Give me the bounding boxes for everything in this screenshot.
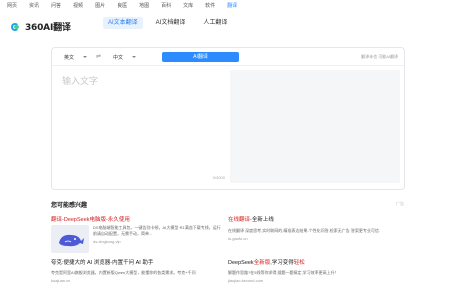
ad-item[interactable]: DeepSeek全新版,学习变得轻松 解题作思路?在5线等你求得,搜题一题搞定,…	[228, 258, 408, 283]
ad-domain: kuajuan.cn	[51, 278, 71, 283]
source-text-input[interactable]: 输入文字 0/3000	[59, 69, 229, 184]
translate-button[interactable]: AI翻译	[162, 52, 239, 62]
logo-text: 360AI翻译	[25, 23, 71, 33]
nav-item-software[interactable]: 软件	[205, 0, 215, 12]
translator-hint: 翻译未也 可能AI翻译	[361, 54, 398, 59]
nav-item-images[interactable]: 图片	[95, 0, 105, 12]
source-language-label: 英文	[64, 54, 75, 61]
target-language-select[interactable]: 中文	[113, 52, 137, 62]
header: 360AI翻译 AI文本翻译 AI文档翻译 人工翻译	[0, 12, 456, 34]
nav-item-map[interactable]: 地图	[139, 0, 149, 12]
ad-domain: jiaojiao.kecond.com	[228, 278, 264, 283]
ad-thumbnail-whale-icon[interactable]	[51, 225, 89, 253]
mode-tabs: AI文本翻译 AI文档翻译 人工翻译	[103, 17, 240, 29]
chevron-down-icon	[132, 56, 137, 58]
top-nav: 网页 资讯 问答 视频 图片 良医 地图 百科 文库 软件 翻译	[0, 0, 456, 12]
char-counter: 0/3000	[212, 175, 225, 180]
logo-icon	[11, 22, 22, 31]
nav-item-translate[interactable]: 翻译	[227, 0, 237, 12]
translation-output	[230, 70, 400, 183]
ad-title-link[interactable]: 翻译-DeepSeek电脑版-永久使用	[51, 215, 226, 223]
nav-item-wenku[interactable]: 文库	[183, 0, 193, 12]
ad-item[interactable]: 翻译-DeepSeek电脑版-永久使用 DS电脑端智能工具包，一键告别卡顿，AI…	[51, 215, 226, 253]
nav-item-news[interactable]: 资讯	[29, 0, 39, 12]
ad-domain: lu.gaofu.cn	[228, 236, 248, 241]
tab-ai-text-translate[interactable]: AI文本翻译	[103, 17, 143, 29]
ad-domain: ds.xingkong.vip	[93, 239, 121, 244]
ad-description: DS电脑端智能工具包，一键告别卡顿，AI大模型·R1满血下载专线，运行前请自动配…	[93, 225, 221, 236]
tab-human-translate[interactable]: 人工翻译	[198, 17, 232, 29]
nav-item-health[interactable]: 良医	[117, 0, 127, 12]
ad-title-link[interactable]: 在线翻译-全新上线	[228, 215, 408, 223]
ad-description: 解题作思路?在5线等你求得,搜题一题搞定,学习效率更高上升！	[228, 270, 339, 275]
nav-item-video[interactable]: 视频	[73, 0, 83, 12]
recommend-title: 您可能感兴趣	[51, 203, 88, 209]
logo[interactable]: 360AI翻译	[11, 20, 71, 33]
nav-item-web[interactable]: 网页	[7, 0, 17, 12]
ad-item[interactable]: 在线翻译-全新上线 在线翻译 深度思考,实时联网的,精准表达结果-个性化问答,检…	[228, 215, 408, 241]
ad-title-link[interactable]: DeepSeek全新版,学习变得轻松	[228, 258, 408, 266]
ad-title-link[interactable]: 夸克:便捷大的 AI 浏览器-内置千问 AI 助手	[51, 258, 226, 266]
source-language-select[interactable]: 英文	[64, 52, 88, 62]
input-placeholder: 输入文字	[62, 76, 99, 86]
tab-ai-document-translate[interactable]: AI文档翻译	[151, 17, 191, 29]
target-language-label: 中文	[113, 54, 124, 61]
ad-label: 广告	[396, 201, 404, 206]
nav-item-baike[interactable]: 百科	[161, 0, 171, 12]
swap-languages-icon[interactable]: ⇌	[96, 53, 101, 60]
ad-description: 在线翻译 深度思考,实时联网的,精准表达结果-个性化问答,检索无广告 答案更专业…	[228, 228, 380, 233]
translator-panel: 英文 ⇌ 中文 AI翻译 翻译未也 可能AI翻译 输入文字 0/3000	[51, 47, 405, 190]
translator-toolbar: 英文 ⇌ 中文 AI翻译 翻译未也 可能AI翻译	[52, 48, 404, 66]
ad-item[interactable]: 夸克:便捷大的 AI 浏览器-内置千问 AI 助手 夸克是阿里AI旗舰浏览器，内…	[51, 258, 226, 283]
ad-description: 夸克是阿里AI旗舰浏览器，内置新版Qwen大模型，能懂你的各类需求。夸克+千问	[51, 270, 196, 275]
chevron-down-icon	[83, 56, 88, 58]
nav-item-qa[interactable]: 问答	[51, 0, 61, 12]
